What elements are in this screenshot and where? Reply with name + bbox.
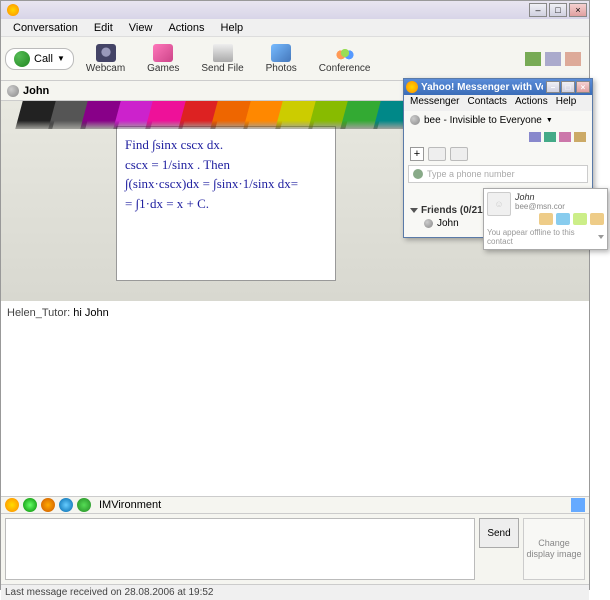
close-button[interactable]: × <box>576 81 590 93</box>
chatroom-button[interactable] <box>450 147 468 161</box>
menu-actions[interactable]: Actions <box>160 20 212 36</box>
emote-bar: IMVironment <box>1 496 589 514</box>
send-button[interactable]: Send <box>479 518 519 548</box>
buddy-title-bar[interactable]: Yahoo! Messenger with Voice (BETA) – □ × <box>404 79 592 95</box>
imvironment-label[interactable]: IMVironment <box>99 499 161 511</box>
conversation-history: Helen_Tutor: hi John <box>1 301 589 496</box>
maximize-button[interactable]: □ <box>561 81 575 93</box>
audibles-icon[interactable] <box>41 498 55 512</box>
games-icon[interactable] <box>574 132 586 142</box>
message-sender: Helen_Tutor: <box>7 307 70 319</box>
font-icon[interactable] <box>545 52 561 66</box>
maximize-button[interactable]: □ <box>549 3 567 17</box>
games-button[interactable]: Games <box>137 42 189 76</box>
quick-actions <box>404 129 592 145</box>
message-input[interactable] <box>5 518 475 580</box>
whiteboard-canvas[interactable]: Find ∫sinx cscx dx. cscx = 1/sinx . Then… <box>116 126 336 281</box>
status-dot-icon <box>424 219 433 228</box>
im-icon[interactable] <box>539 213 553 225</box>
conference-icon <box>335 44 355 62</box>
menu-help[interactable]: Help <box>213 20 252 36</box>
card-contact-name: John <box>515 192 604 202</box>
sms-button[interactable] <box>428 147 446 161</box>
contact-card-popup: ☺ John bee@msn.cor You appear offline to… <box>483 188 608 250</box>
menu-contacts[interactable]: Contacts <box>463 95 510 111</box>
menu-edit[interactable]: Edit <box>86 20 121 36</box>
games-icon <box>153 44 173 62</box>
message-line: Helen_Tutor: hi John <box>7 307 583 319</box>
app-icon <box>406 81 418 93</box>
webcam-button[interactable]: Webcam <box>76 42 135 76</box>
dropdown-icon <box>598 235 604 239</box>
conference-button[interactable]: Conference <box>309 42 381 76</box>
menu-actions[interactable]: Actions <box>511 95 552 111</box>
phone-icon <box>14 51 30 67</box>
card-contact-email: bee@msn.cor <box>515 202 604 211</box>
status-dot-icon <box>410 115 420 125</box>
radio-icon[interactable] <box>559 132 571 142</box>
calendar-icon[interactable] <box>544 132 556 142</box>
input-area: Send Change display image <box>1 514 589 584</box>
minimize-button[interactable]: – <box>529 3 547 17</box>
sendfile-button[interactable]: Send File <box>191 42 253 76</box>
webcam-icon <box>96 44 116 62</box>
sendfile-icon <box>213 44 233 62</box>
photos-button[interactable]: Photos <box>256 42 307 76</box>
display-image-button[interactable]: Change display image <box>523 518 585 580</box>
phone-input[interactable]: Type a phone number <box>408 165 588 183</box>
status-bar: Last message received on 28.08.2006 at 1… <box>1 584 589 600</box>
contact-name: John <box>23 85 49 97</box>
app-icon <box>7 4 19 16</box>
minimize-button[interactable]: – <box>546 81 560 93</box>
buddy-title-text: Yahoo! Messenger with Voice (BETA) <box>421 82 543 93</box>
buddy-menu-bar: Messenger Contacts Actions Help <box>404 95 592 111</box>
mail-icon[interactable] <box>529 132 541 142</box>
status-dot-icon <box>7 85 19 97</box>
smiley-icon[interactable] <box>5 498 19 512</box>
toolbar: Call ▼ Webcam Games Send File Photos Con… <box>1 37 589 81</box>
expand-icon <box>410 208 418 213</box>
contact-card-icon[interactable] <box>571 498 585 512</box>
call-icon[interactable] <box>556 213 570 225</box>
close-button[interactable]: × <box>569 3 587 17</box>
phone-placeholder: Type a phone number <box>427 169 515 179</box>
buzz-icon[interactable] <box>23 498 37 512</box>
options-icon[interactable] <box>565 52 581 66</box>
menu-bar: Conversation Edit View Actions Help <box>1 19 589 37</box>
menu-messenger[interactable]: Messenger <box>406 95 463 111</box>
title-bar[interactable]: – □ × <box>1 1 589 19</box>
my-status-text: bee - Invisible to Everyone <box>424 115 542 126</box>
menu-help[interactable]: Help <box>552 95 581 111</box>
menu-view[interactable]: View <box>121 20 161 36</box>
addressbook-icon[interactable] <box>525 52 541 66</box>
my-status-bar[interactable]: bee - Invisible to Everyone ▼ <box>404 111 592 129</box>
add-contact-button[interactable]: + <box>410 147 424 161</box>
mail-icon[interactable] <box>573 213 587 225</box>
card-status-text[interactable]: You appear offline to this contact <box>487 228 604 246</box>
phone-icon <box>413 169 423 179</box>
plugin-icon[interactable] <box>77 498 91 512</box>
status-text: Last message received on 28.08.2006 at 1… <box>5 587 213 598</box>
more-icon[interactable] <box>590 213 604 225</box>
buddy-action-bar: + <box>404 145 592 163</box>
call-button[interactable]: Call ▼ <box>5 48 74 70</box>
message-text: hi John <box>73 307 108 319</box>
photos-icon <box>271 44 291 62</box>
avatar: ☺ <box>487 192 511 216</box>
menu-conversation[interactable]: Conversation <box>5 20 86 36</box>
imvironment-icon[interactable] <box>59 498 73 512</box>
